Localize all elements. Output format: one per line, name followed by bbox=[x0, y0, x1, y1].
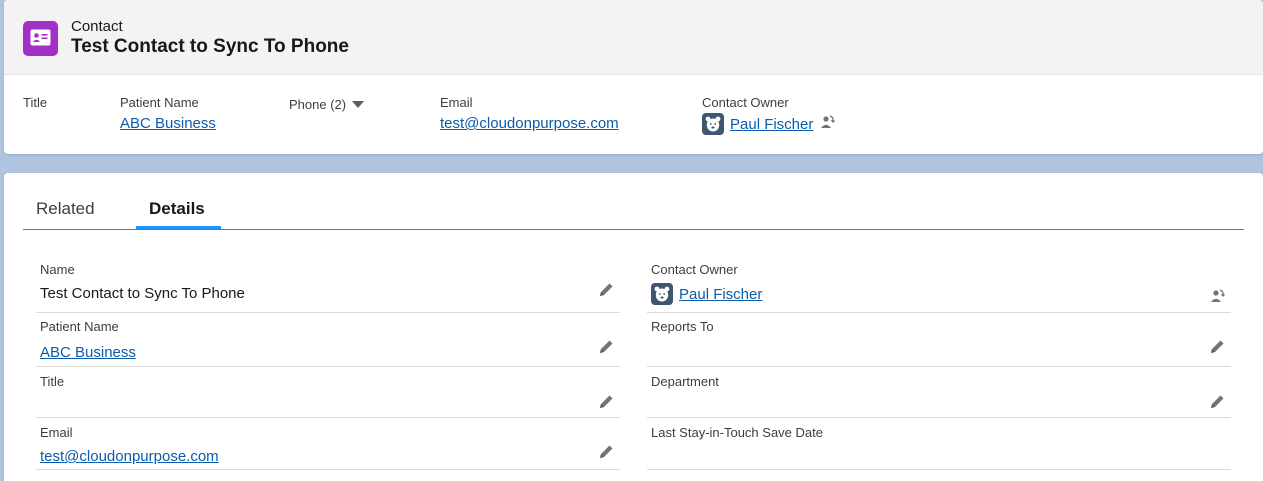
dropdown-caret-icon[interactable] bbox=[352, 101, 365, 108]
field-owner-label: Contact Owner bbox=[651, 262, 738, 277]
highlight-email-label: Email bbox=[440, 95, 473, 110]
pencil-edit-icon[interactable] bbox=[599, 282, 614, 302]
field-patient-name-label: Patient Name bbox=[40, 319, 119, 334]
pencil-edit-icon[interactable] bbox=[599, 339, 614, 359]
tab-details[interactable]: Details bbox=[149, 199, 205, 219]
field-name-label: Name bbox=[40, 262, 75, 277]
field-title: Title bbox=[36, 367, 620, 418]
record-title: Test Contact to Sync To Phone bbox=[71, 36, 349, 57]
field-department-label: Department bbox=[651, 374, 719, 389]
user-avatar-icon bbox=[702, 113, 724, 135]
highlight-contact-owner: Contact Owner Paul Fischer bbox=[702, 95, 836, 135]
field-patient-name: Patient Name ABC Business bbox=[36, 313, 620, 367]
highlight-patient-name-link[interactable]: ABC Business bbox=[120, 115, 216, 132]
field-owner-link[interactable]: Paul Fischer bbox=[679, 286, 762, 303]
field-last-stay-label: Last Stay-in-Touch Save Date bbox=[651, 425, 823, 440]
tab-related[interactable]: Related bbox=[36, 199, 95, 219]
highlight-patient-name-label: Patient Name bbox=[120, 95, 199, 110]
field-email: Email test@cloudonpurpose.com bbox=[36, 418, 620, 470]
field-patient-name-link[interactable]: ABC Business bbox=[40, 344, 136, 361]
change-owner-icon[interactable] bbox=[1209, 288, 1225, 309]
field-email-link[interactable]: test@cloudonpurpose.com bbox=[40, 448, 219, 465]
pencil-edit-icon[interactable] bbox=[599, 444, 614, 464]
object-type-label: Contact bbox=[71, 18, 123, 35]
highlight-patient-name: Patient Name ABC Business bbox=[120, 95, 216, 132]
highlight-owner-label: Contact Owner bbox=[702, 95, 789, 110]
highlight-title: Title bbox=[23, 95, 47, 110]
pencil-edit-icon[interactable] bbox=[1210, 394, 1225, 414]
field-reports-to: Reports To bbox=[647, 313, 1231, 367]
highlight-email: Email test@cloudonpurpose.com bbox=[440, 95, 619, 132]
field-title-label: Title bbox=[40, 374, 65, 389]
highlight-phone-label[interactable]: Phone (2) bbox=[289, 97, 346, 112]
active-tab-indicator bbox=[136, 226, 221, 229]
record-tabs: Related Details bbox=[23, 173, 1244, 230]
record-details-card: Related Details Name Test Contact to Syn… bbox=[4, 173, 1263, 481]
change-owner-icon[interactable] bbox=[819, 114, 836, 134]
record-header: Contact Test Contact to Sync To Phone bbox=[4, 0, 1263, 75]
record-highlights-panel: Contact Test Contact to Sync To Phone Ti… bbox=[4, 0, 1263, 154]
pencil-edit-icon[interactable] bbox=[1210, 339, 1225, 359]
pencil-edit-icon[interactable] bbox=[599, 394, 614, 414]
field-last-stay-in-touch: Last Stay-in-Touch Save Date bbox=[647, 418, 1231, 470]
highlight-owner-link[interactable]: Paul Fischer bbox=[730, 116, 813, 133]
field-department: Department bbox=[647, 367, 1231, 418]
highlight-email-link[interactable]: test@cloudonpurpose.com bbox=[440, 115, 619, 132]
field-name-value: Test Contact to Sync To Phone bbox=[40, 285, 245, 302]
field-name: Name Test Contact to Sync To Phone bbox=[36, 255, 620, 313]
user-avatar-icon bbox=[651, 283, 673, 305]
field-reports-to-label: Reports To bbox=[651, 319, 714, 334]
contact-card-icon bbox=[23, 21, 58, 56]
highlight-title-label: Title bbox=[23, 95, 48, 110]
field-contact-owner: Contact Owner Paul Fischer bbox=[647, 255, 1231, 313]
highlight-phone[interactable]: Phone (2) bbox=[289, 97, 365, 112]
field-email-label: Email bbox=[40, 425, 73, 440]
